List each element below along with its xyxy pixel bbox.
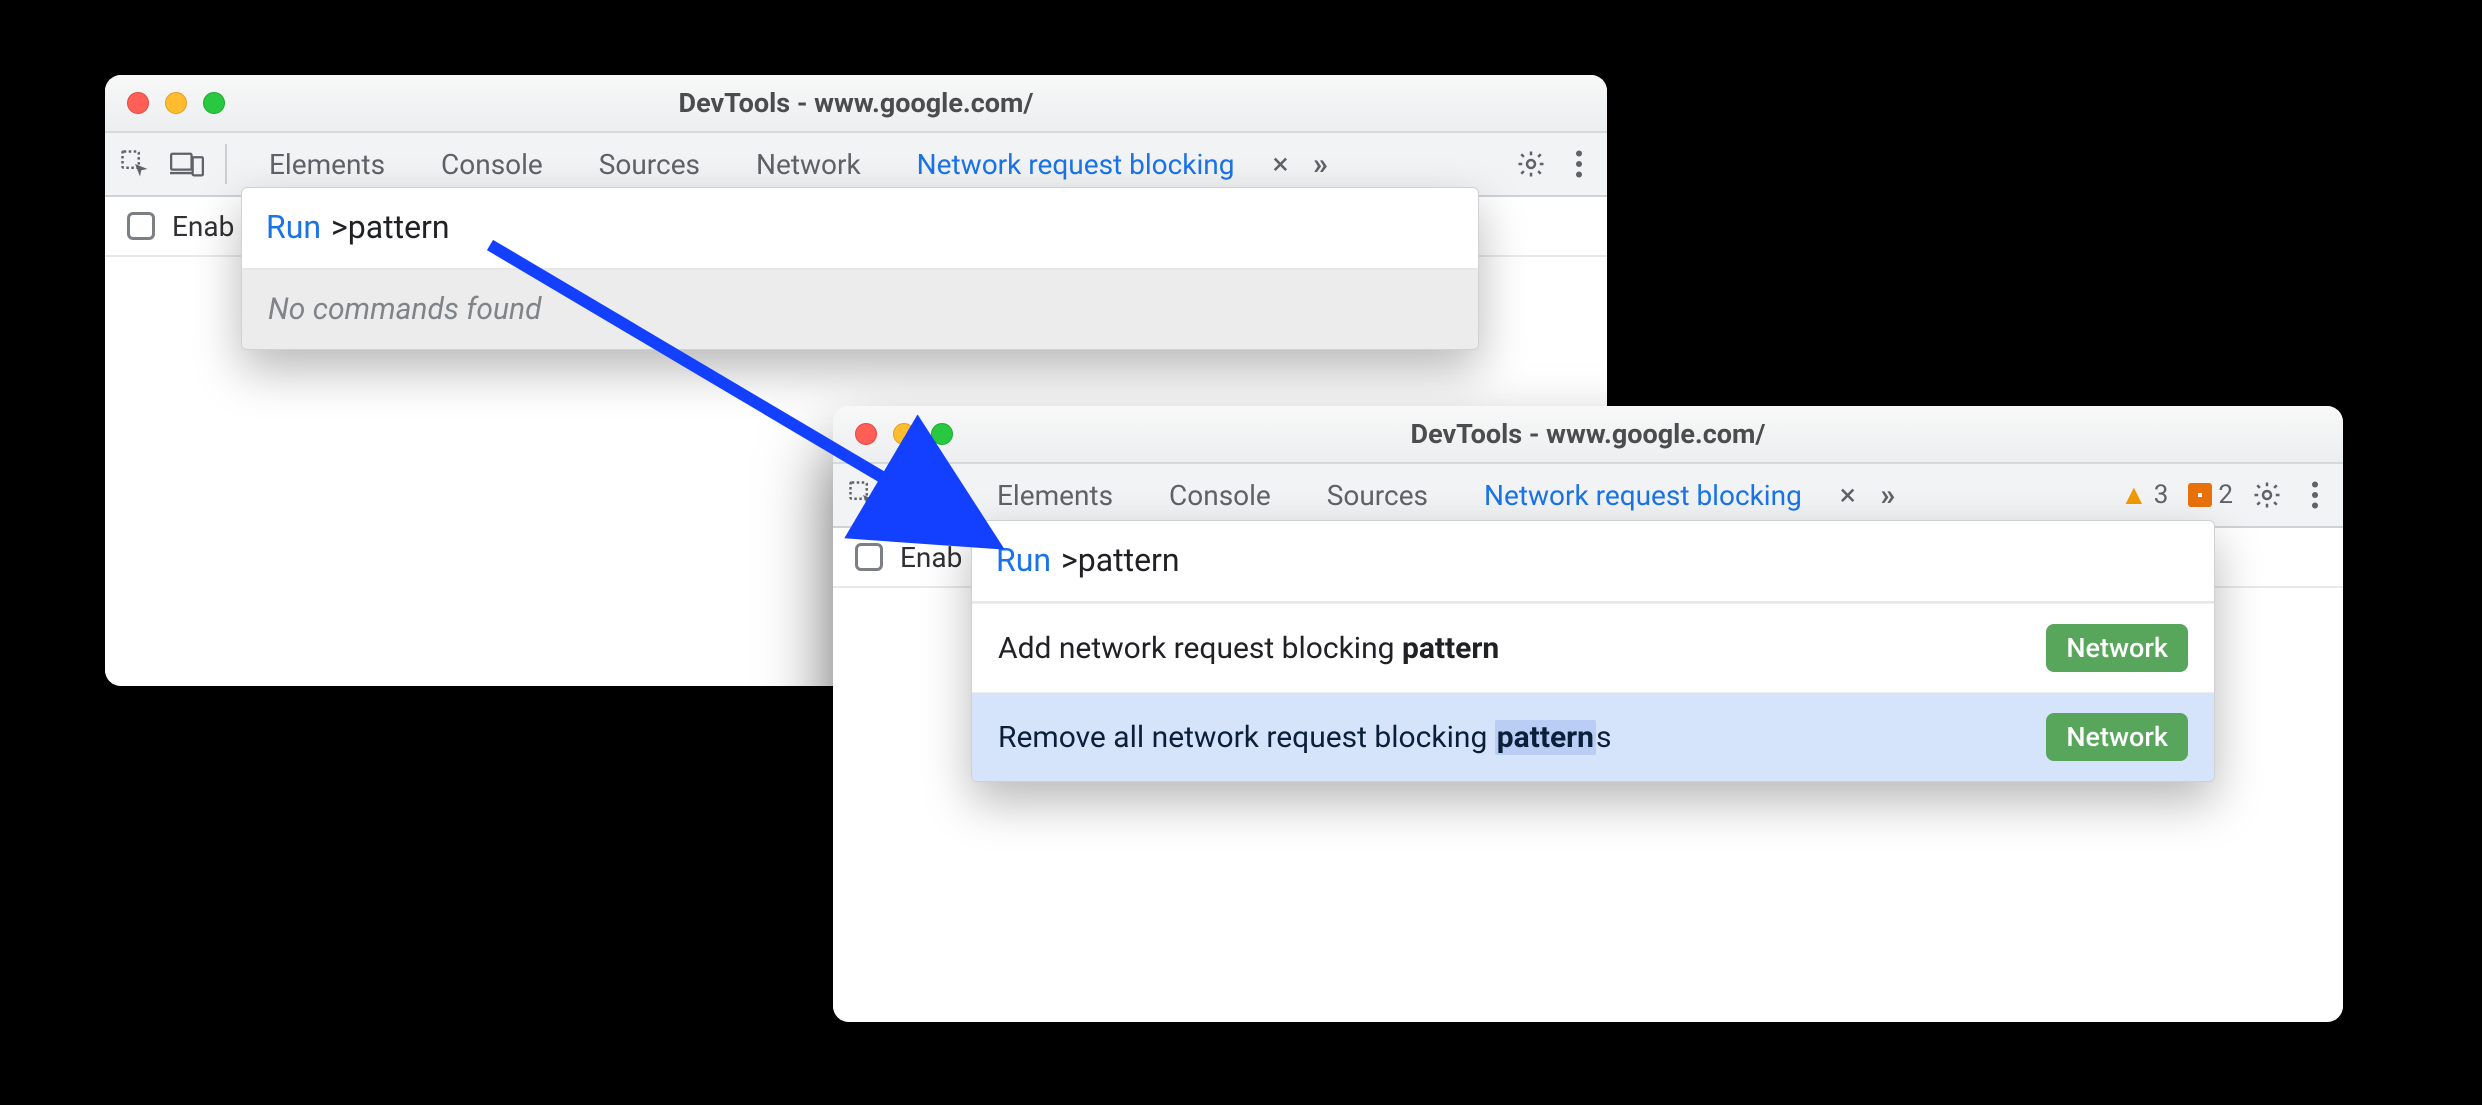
command-menu-input[interactable]: Run >pattern bbox=[972, 521, 2214, 603]
issues-count[interactable]: 2 bbox=[2180, 480, 2241, 510]
toolbar-divider bbox=[225, 144, 227, 184]
command-item-text: Add network request blocking bbox=[998, 631, 1402, 666]
tab-elements[interactable]: Elements bbox=[241, 133, 413, 195]
more-tabs-icon[interactable]: » bbox=[1866, 473, 1910, 517]
command-prefix-label: Run bbox=[996, 541, 1051, 579]
enable-blocking-label: Enab bbox=[900, 541, 962, 574]
device-toggle-icon[interactable] bbox=[891, 471, 939, 519]
window-titlebar: DevTools - www.google.com/ bbox=[833, 406, 2343, 464]
tab-close-icon[interactable]: × bbox=[1834, 478, 1862, 513]
tab-network[interactable]: Network bbox=[728, 133, 889, 195]
window-title: DevTools - www.google.com/ bbox=[833, 418, 2343, 450]
tab-console[interactable]: Console bbox=[413, 133, 571, 195]
kebab-menu-icon[interactable] bbox=[1557, 142, 1601, 186]
window-traffic-lights bbox=[105, 92, 225, 114]
window-close-button[interactable] bbox=[127, 92, 149, 114]
window-titlebar: DevTools - www.google.com/ bbox=[105, 75, 1607, 133]
panel-tabs: Elements Console Sources Network request… bbox=[969, 464, 1830, 526]
window-zoom-button[interactable] bbox=[931, 423, 953, 445]
settings-icon[interactable] bbox=[1509, 142, 1553, 186]
command-category-badge: Network bbox=[2046, 624, 2188, 672]
kebab-menu-icon[interactable] bbox=[2293, 473, 2337, 517]
command-menu-empty-state: No commands found bbox=[242, 270, 1478, 349]
devtools-window-after: DevTools - www.google.com/ Elements Cons bbox=[833, 406, 2343, 1022]
tab-network-request-blocking[interactable]: Network request blocking bbox=[889, 133, 1263, 195]
issues-count-value: 2 bbox=[2218, 480, 2233, 510]
window-traffic-lights bbox=[833, 423, 953, 445]
more-tabs-icon[interactable]: » bbox=[1298, 142, 1342, 186]
tab-network-request-blocking[interactable]: Network request blocking bbox=[1456, 464, 1830, 526]
command-item-remove-all-patterns[interactable]: Remove all network request blocking patt… bbox=[972, 692, 2214, 781]
command-item-match: pattern bbox=[1402, 631, 1499, 666]
tab-console[interactable]: Console bbox=[1141, 464, 1299, 526]
command-item-match: pattern bbox=[1495, 720, 1596, 755]
tab-sources[interactable]: Sources bbox=[571, 133, 728, 195]
command-item-suffix: s bbox=[1596, 720, 1611, 755]
warning-triangle-icon: ▲ bbox=[2120, 481, 2148, 509]
window-title: DevTools - www.google.com/ bbox=[105, 87, 1607, 119]
window-zoom-button[interactable] bbox=[203, 92, 225, 114]
panel-tabs: Elements Console Sources Network Network… bbox=[241, 133, 1262, 195]
enable-blocking-label: Enab bbox=[172, 210, 234, 243]
command-item-add-pattern[interactable]: Add network request blocking pattern Net… bbox=[972, 603, 2214, 692]
window-minimize-button[interactable] bbox=[893, 423, 915, 445]
enable-blocking-checkbox[interactable] bbox=[127, 212, 155, 240]
command-menu: Run >pattern No commands found bbox=[241, 187, 1479, 350]
settings-icon[interactable] bbox=[2245, 473, 2289, 517]
tab-sources[interactable]: Sources bbox=[1299, 464, 1456, 526]
warnings-count-value: 3 bbox=[2154, 480, 2169, 510]
command-menu: Run >pattern Add network request blockin… bbox=[971, 520, 2215, 782]
enable-blocking-checkbox[interactable] bbox=[855, 543, 883, 571]
toolbar-divider bbox=[953, 475, 955, 515]
command-query-text: >pattern bbox=[331, 208, 450, 246]
command-menu-input[interactable]: Run >pattern bbox=[242, 188, 1478, 270]
window-close-button[interactable] bbox=[855, 423, 877, 445]
window-minimize-button[interactable] bbox=[165, 92, 187, 114]
tab-elements[interactable]: Elements bbox=[969, 464, 1141, 526]
issues-flag-icon bbox=[2188, 483, 2212, 507]
command-item-text: Remove all network request blocking bbox=[998, 720, 1495, 755]
command-category-badge: Network bbox=[2046, 713, 2188, 761]
command-query-text: >pattern bbox=[1061, 541, 1180, 579]
inspect-element-icon[interactable] bbox=[111, 140, 159, 188]
tab-close-icon[interactable]: × bbox=[1266, 147, 1294, 182]
devtools-toolbar: Elements Console Sources Network request… bbox=[833, 464, 2343, 528]
command-prefix-label: Run bbox=[266, 208, 321, 246]
warnings-count[interactable]: ▲ 3 bbox=[2112, 480, 2176, 510]
inspect-element-icon[interactable] bbox=[839, 471, 887, 519]
device-toggle-icon[interactable] bbox=[163, 140, 211, 188]
